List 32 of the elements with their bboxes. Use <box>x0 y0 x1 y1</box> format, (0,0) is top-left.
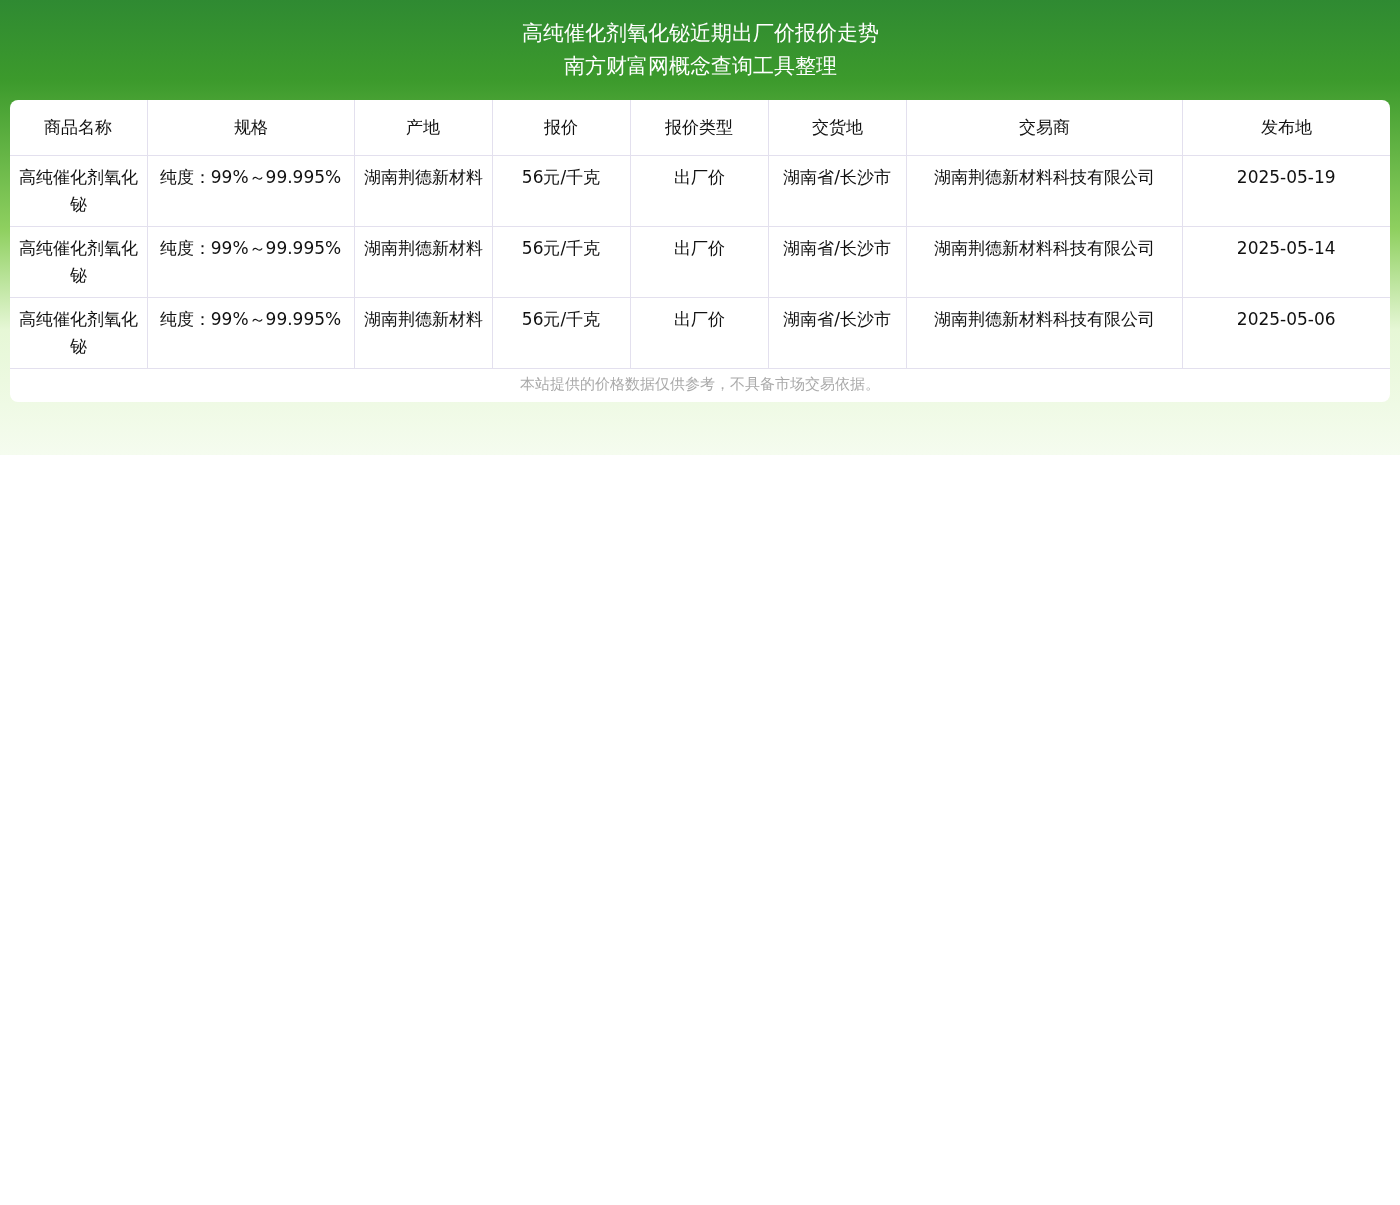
table-cell: 56元/千克 <box>492 297 630 368</box>
table-cell: 湖南省/长沙市 <box>768 155 906 226</box>
column-header: 产地 <box>354 100 492 155</box>
column-header: 商品名称 <box>10 100 147 155</box>
column-header: 交易商 <box>906 100 1182 155</box>
table-cell: 纯度：99%～99.995% <box>147 297 354 368</box>
table-cell: 湖南荆德新材料科技有限公司 <box>906 226 1182 297</box>
column-header: 报价类型 <box>630 100 768 155</box>
column-header: 报价 <box>492 100 630 155</box>
column-header: 交货地 <box>768 100 906 155</box>
table-cell: 56元/千克 <box>492 155 630 226</box>
page-subtitle: 南方财富网概念查询工具整理 <box>563 53 837 80</box>
table-cell: 湖南荆德新材料科技有限公司 <box>906 155 1182 226</box>
table-cell: 高纯催化剂氧化铋 <box>10 155 147 226</box>
table-cell: 湖南荆德新材料 <box>354 226 492 297</box>
column-header: 发布地 <box>1182 100 1390 155</box>
table-cell: 高纯催化剂氧化铋 <box>10 226 147 297</box>
table-cell: 湖南荆德新材料 <box>354 155 492 226</box>
table-cell: 纯度：99%～99.995% <box>147 226 354 297</box>
table-cell: 出厂价 <box>630 155 768 226</box>
table-cell: 出厂价 <box>630 226 768 297</box>
table-cell: 高纯催化剂氧化铋 <box>10 297 147 368</box>
table-cell: 湖南荆德新材料 <box>354 297 492 368</box>
table-cell: 湖南荆德新材料科技有限公司 <box>906 297 1182 368</box>
table-cell: 湖南省/长沙市 <box>768 226 906 297</box>
table-cell: 56元/千克 <box>492 226 630 297</box>
page-title: 高纯催化剂氧化铋近期出厂价报价走势 <box>521 20 879 47</box>
table-cell: 湖南省/长沙市 <box>768 297 906 368</box>
column-header: 规格 <box>147 100 354 155</box>
disclaimer-text: 本站提供的价格数据仅供参考，不具备市场交易依据。 <box>520 374 880 393</box>
table-cell: 纯度：99%～99.995% <box>147 155 354 226</box>
table-cell: 出厂价 <box>630 297 768 368</box>
